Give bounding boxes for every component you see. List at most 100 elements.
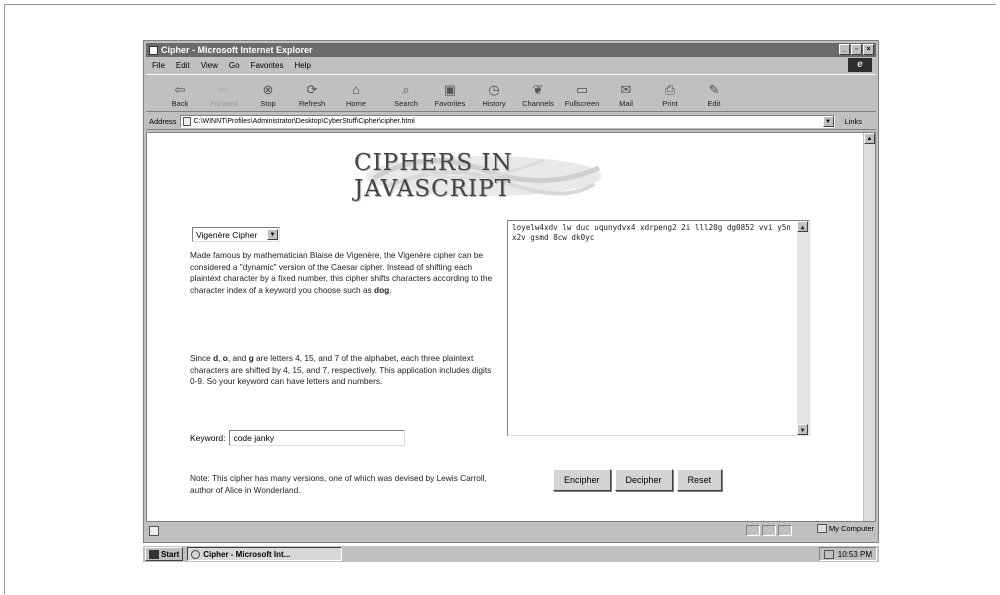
favorites-label: Favorites [434, 99, 466, 108]
cipher-type-select[interactable]: Vigenère Cipher ▼ [192, 227, 280, 242]
cipher-output-textarea[interactable]: loyelw4xdv lw duc uqunydvx4 xdrpeng2 2i … [507, 220, 810, 436]
taskbar: Start Cipher - Microsoft Int... 10:53 PM [143, 545, 879, 562]
action-buttons: Encipher Decipher Reset [553, 469, 723, 491]
clock: 10:53 PM [837, 549, 872, 559]
search-button[interactable]: ⌕ Search [384, 81, 428, 108]
ie-icon [191, 549, 201, 559]
address-label: Address [149, 117, 177, 126]
address-dropdown-icon[interactable]: ▼ [822, 116, 834, 127]
stop-button[interactable]: ⊗ Stop [246, 81, 290, 108]
print-button[interactable]: ⎙ Print [648, 81, 692, 108]
edit-icon: ✎ [708, 82, 720, 97]
frame-left-border [4, 4, 5, 594]
scroll-up-icon[interactable]: ▲ [797, 221, 808, 232]
stop-label: Stop [260, 99, 276, 108]
history-icon: ◷ [488, 82, 500, 97]
status-pane [778, 525, 792, 536]
taskbar-item-cipher[interactable]: Cipher - Microsoft Int... [187, 547, 343, 561]
menu-help[interactable]: Help [294, 61, 310, 70]
forward-label: Forward [210, 99, 238, 108]
output-scrollbar[interactable]: ▲ ▼ [797, 221, 809, 435]
ie-logo-icon: e [848, 58, 872, 72]
page-scroll-up-icon[interactable]: ▲ [864, 133, 875, 144]
note-paragraph: Note: This cipher has many versions, one… [190, 473, 487, 495]
cipher-output-text: loyelw4xdv lw duc uqunydvx4 xdrpeng2 2i … [512, 223, 791, 242]
menu-edit[interactable]: Edit [176, 61, 190, 70]
mail-button[interactable]: ✉ Mail [604, 81, 648, 108]
window-title: Cipher - Microsoft Internet Explorer [161, 45, 313, 55]
banner-title: CIPHERS IN JAVASCRIPT [354, 149, 513, 202]
menu-view[interactable]: View [201, 61, 218, 70]
history-button[interactable]: ◷ History [472, 81, 516, 108]
channels-button[interactable]: ❦ Channels [516, 81, 560, 108]
speaker-icon[interactable] [823, 549, 834, 559]
links-button[interactable]: Links [845, 117, 863, 126]
status-bar: My Computer [146, 524, 876, 538]
keyword-label: Keyword: [190, 433, 226, 443]
chevron-down-icon[interactable]: ▼ [267, 229, 278, 240]
print-label: Print [662, 99, 678, 108]
ie-window-icon [149, 45, 158, 55]
forward-arrow-icon: ⇨ [218, 82, 230, 97]
menu-go[interactable]: Go [229, 61, 240, 70]
address-bar: Address C:\WINNT\Profiles\Administrator\… [146, 114, 876, 130]
p2-text-a: Since [190, 353, 214, 363]
decipher-button[interactable]: Decipher [614, 469, 673, 491]
home-button[interactable]: ⌂ Home [334, 81, 378, 108]
fullscreen-icon: ▭ [575, 82, 589, 97]
favorites-icon: ▣ [443, 82, 457, 97]
status-pane [762, 525, 776, 536]
print-icon: ⎙ [664, 82, 676, 97]
status-panes [746, 525, 792, 536]
minimize-button[interactable]: _ [839, 44, 850, 55]
address-input[interactable]: C:\WINNT\Profiles\Administrator\Desktop\… [179, 115, 835, 128]
status-page-icon [149, 526, 159, 536]
search-icon: ⌕ [402, 82, 410, 97]
fullscreen-button[interactable]: ▭ Fullscreen [560, 81, 604, 108]
zone-label: My Computer [828, 524, 874, 533]
description-paragraph-2: Since d, o, and g are letters 4, 15, and… [190, 353, 495, 388]
system-tray: 10:53 PM [818, 547, 877, 561]
p1-keyword-example: dog [374, 284, 390, 295]
favorites-button[interactable]: ▣ Favorites [428, 81, 472, 108]
search-label: Search [394, 99, 418, 108]
mail-label: Mail [619, 99, 633, 108]
close-button[interactable]: × [863, 44, 874, 55]
page-icon [182, 117, 191, 126]
keyword-input[interactable]: code janky [229, 430, 406, 446]
frame-top-border [4, 4, 996, 5]
start-label: Start [161, 549, 180, 559]
p1-end: . [389, 284, 392, 295]
channels-icon: ❦ [532, 82, 544, 97]
menu-favorites[interactable]: Favorites [251, 61, 284, 70]
title-bar[interactable]: Cipher - Microsoft Internet Explorer _ ▫… [146, 43, 876, 57]
menu-file[interactable]: File [152, 61, 165, 70]
window-controls: _ ▫ × [839, 44, 874, 55]
p1-text: Made famous by mathematician Blaise de V… [190, 250, 493, 295]
channels-label: Channels [522, 99, 554, 108]
back-button[interactable]: ⇦ Back [158, 81, 202, 108]
stop-icon: ⊗ [262, 82, 274, 97]
back-label: Back [171, 99, 189, 108]
computer-icon [816, 524, 827, 533]
browser-window: Cipher - Microsoft Internet Explorer _ ▫… [143, 40, 879, 543]
edit-button[interactable]: ✎ Edit [692, 81, 736, 108]
refresh-label: Refresh [298, 99, 326, 108]
back-arrow-icon: ⇦ [174, 82, 186, 97]
reset-button[interactable]: Reset [676, 469, 723, 491]
edit-label: Edit [707, 99, 721, 108]
start-button[interactable]: Start [145, 547, 184, 561]
windows-logo-icon [149, 549, 159, 559]
mail-icon: ✉ [620, 82, 632, 97]
keyword-row: Keyword: code janky [190, 430, 406, 446]
page-content: CIPHERS IN JAVASCRIPT Vigenère Cipher ▼ … [146, 132, 876, 522]
maximize-button[interactable]: ▫ [851, 44, 862, 55]
page-scrollbar[interactable]: ▲ [863, 133, 875, 521]
taskbar-item-label: Cipher - Microsoft Int... [203, 549, 291, 559]
scroll-down-icon[interactable]: ▼ [797, 424, 808, 435]
home-label: Home [345, 99, 366, 108]
refresh-button[interactable]: ⟳ Refresh [290, 81, 334, 108]
security-zone: My Computer [816, 524, 874, 533]
forward-button[interactable]: ⇨ Forward [202, 81, 246, 108]
encipher-button[interactable]: Encipher [553, 469, 611, 491]
